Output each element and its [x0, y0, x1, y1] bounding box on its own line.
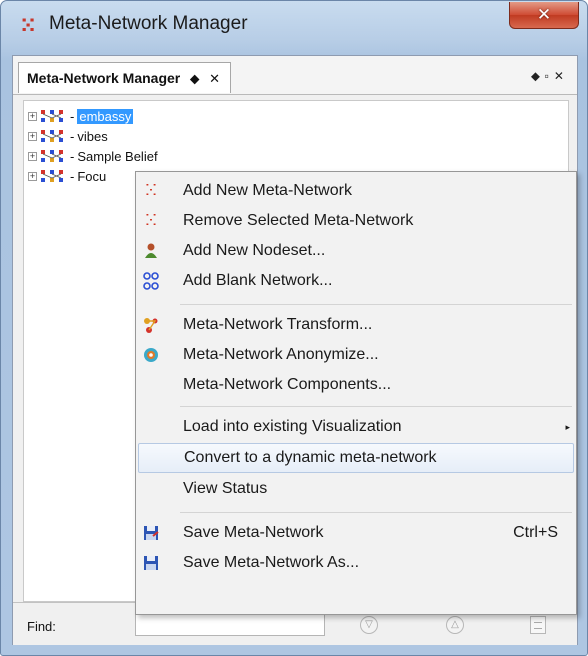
expand-icon[interactable]: + [28, 171, 37, 181]
anonymize-icon [142, 346, 160, 364]
tree-item-embassy[interactable]: + - embassy [28, 107, 134, 125]
menu-item-label: Add New Meta-Network [183, 182, 352, 199]
expand-icon[interactable]: + [28, 151, 37, 161]
menu-item-label: Meta-Network Components... [183, 376, 392, 393]
menu-item-add-blank-network[interactable]: Add Blank Network... [138, 266, 574, 296]
tree-item-focu[interactable]: + - Focu [28, 167, 106, 185]
expand-icon[interactable]: + [28, 111, 37, 121]
menu-item-save-meta-network[interactable]: Save Meta-Network Ctrl+S [138, 518, 574, 548]
app-window: ⵘ Meta-Network Manager ✕ Meta-Network Ma… [0, 0, 588, 656]
menu-item-label: Save Meta-Network As... [183, 554, 360, 571]
menu-item-label: Convert to a dynamic meta-network [184, 449, 437, 466]
meta-network-icon [41, 150, 63, 162]
tree-item-vibes[interactable]: + - vibes [28, 127, 108, 145]
title-bar[interactable]: ⵘ Meta-Network Manager ✕ [1, 1, 587, 47]
meta-network-icon [41, 130, 63, 142]
menu-item-save-meta-network-as[interactable]: Save Meta-Network As... [138, 548, 574, 578]
save-icon [142, 524, 160, 542]
tree-connector: - [70, 148, 75, 164]
tree-connector: - [70, 108, 75, 124]
remove-metanetwork-icon: ⵘ [145, 212, 157, 229]
close-tab-icon[interactable]: ✕ [209, 71, 220, 86]
submenu-arrow-icon: ▸ [565, 422, 570, 432]
menu-separator [180, 304, 572, 305]
tab-label: Meta-Network Manager [27, 70, 181, 86]
save-as-icon [142, 554, 160, 572]
add-metanetwork-icon: ⵘ [145, 182, 157, 199]
meta-network-icon [41, 110, 63, 122]
tree-item-label: embassy [77, 108, 134, 124]
menu-item-meta-network-anonymize[interactable]: Meta-Network Anonymize... [138, 340, 574, 370]
menu-item-label: View Status [183, 480, 268, 497]
menu-item-remove-selected-meta-network[interactable]: ⵘ Remove Selected Meta-Network [138, 206, 574, 236]
tree-item-sample-belief[interactable]: + - Sample Belief [28, 147, 158, 165]
window-title: Meta-Network Manager [49, 13, 248, 34]
add-nodeset-icon [142, 242, 160, 260]
menu-item-meta-network-components[interactable]: Meta-Network Components... [138, 370, 574, 400]
menu-item-label: Add New Nodeset... [183, 242, 326, 259]
find-input[interactable] [135, 614, 325, 636]
tab-meta-network-manager[interactable]: Meta-Network Manager ⬥ ✕ [18, 62, 232, 93]
context-menu: ⵘ Add New Meta-Network ⵘ Remove Selected… [135, 171, 577, 615]
menu-item-load-into-existing-visualization[interactable]: Load into existing Visualization ▸ [138, 412, 574, 442]
tree-item-label: Focu [77, 168, 107, 184]
meta-network-icon [41, 170, 63, 182]
menu-item-label: Add Blank Network... [183, 272, 333, 289]
menu-item-label: Save Meta-Network [183, 524, 324, 541]
menu-separator [180, 406, 572, 407]
tree-connector: - [70, 168, 75, 184]
menu-item-label: Meta-Network Transform... [183, 316, 373, 333]
menu-item-add-new-meta-network[interactable]: ⵘ Add New Meta-Network [138, 176, 574, 206]
pin-tab-icon[interactable]: ⬥ [190, 71, 199, 86]
network-app-icon: ⵘ [21, 16, 36, 35]
find-next-icon[interactable]: △ [446, 616, 464, 634]
tree-connector: - [70, 128, 75, 144]
menu-item-convert-to-dynamic-meta-network[interactable]: Convert to a dynamic meta-network [138, 443, 574, 473]
find-previous-icon[interactable]: ▽ [360, 616, 378, 634]
menu-item-add-new-nodeset[interactable]: Add New Nodeset... [138, 236, 574, 266]
find-options-icon[interactable] [530, 616, 546, 634]
add-network-icon [142, 272, 160, 290]
menu-item-label: Remove Selected Meta-Network [183, 212, 414, 229]
panel-window-controls[interactable]: ⬥▫✕ [531, 69, 569, 84]
menu-item-view-status[interactable]: View Status [138, 474, 574, 504]
menu-item-label: Load into existing Visualization [183, 418, 402, 435]
menu-item-shortcut: Ctrl+S [513, 524, 558, 541]
find-label: Find: [27, 619, 56, 634]
expand-icon[interactable]: + [28, 131, 37, 141]
menu-separator [180, 512, 572, 513]
tree-item-label: vibes [77, 128, 108, 144]
tree-item-label: Sample Belief [77, 148, 158, 164]
close-window-button[interactable]: ✕ [509, 2, 579, 29]
menu-item-label: Meta-Network Anonymize... [183, 346, 379, 363]
transform-icon [142, 316, 160, 334]
menu-item-meta-network-transform[interactable]: Meta-Network Transform... [138, 310, 574, 340]
panel-header: Meta-Network Manager ⬥ ✕ ⬥▫✕ [13, 56, 577, 95]
